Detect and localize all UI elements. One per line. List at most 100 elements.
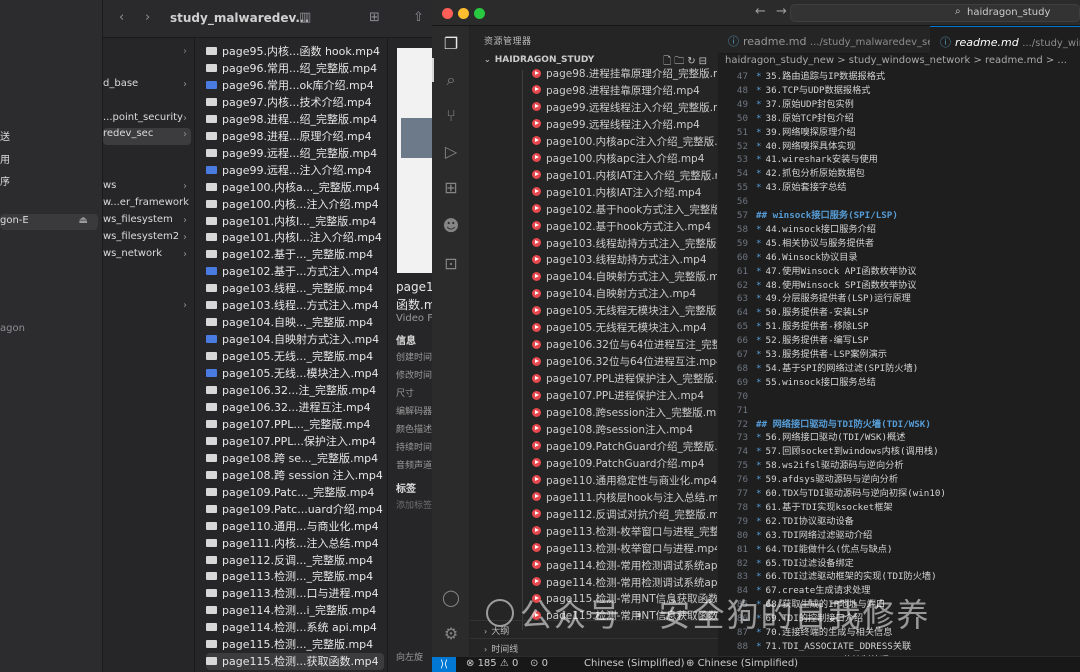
- view-columns-icon[interactable]: ▥: [299, 10, 311, 25]
- explorer-file-item[interactable]: page100.内核apc注入介绍.mp4: [532, 151, 717, 168]
- explorer-file-item[interactable]: page112.反调试对抗介绍_完整版.mp4: [532, 507, 717, 524]
- file-item[interactable]: page106.32...注_完整版.mp4: [206, 382, 384, 399]
- file-item[interactable]: page98.进程...原理介绍.mp4: [206, 128, 384, 145]
- folder-item[interactable]: ...point_security ›: [103, 112, 191, 129]
- spell-language-status[interactable]: ⊕ Chinese (Simplified): [686, 658, 798, 669]
- close-window-button[interactable]: [442, 8, 453, 19]
- group-icon[interactable]: ⊞: [369, 10, 380, 25]
- source-control-icon[interactable]: ⑂: [441, 106, 461, 126]
- explorer-file-item[interactable]: page108.跨session注入_完整版.mp4: [532, 405, 717, 422]
- file-item[interactable]: page99.远程...注入介绍.mp4: [206, 162, 384, 179]
- explorer-file-item[interactable]: page107.PPL进程保护注入_完整版.mp4: [532, 371, 717, 388]
- file-item[interactable]: page104.自映..._完整版.mp4: [206, 314, 384, 331]
- file-item[interactable]: page102.基于...方式注入.mp4: [206, 263, 384, 280]
- explorer-file-item[interactable]: page106.32位与64位进程互注_完整版.mp4: [532, 337, 717, 354]
- alien-extension-icon[interactable]: ☻: [441, 216, 461, 236]
- eject-icon[interactable]: ⏏: [79, 215, 88, 226]
- back-icon[interactable]: ‹: [119, 10, 124, 25]
- explorer-file-item[interactable]: page102.基于hook方式注入_完整版.mp4: [532, 202, 717, 219]
- sidebar-item-disk[interactable]: gon-E ⏏: [0, 214, 98, 230]
- tab-readme-malwaredev[interactable]: ⓘ readme.md .../study_malwaredev_sec: [718, 26, 939, 54]
- file-item[interactable]: page104.自映射方式注入.mp4: [206, 331, 384, 348]
- folder-item[interactable]: d_base ›: [103, 78, 191, 95]
- explorer-file-item[interactable]: page103.线程劫持方式注入.mp4: [532, 252, 717, 269]
- nav-back-icon[interactable]: ←: [755, 4, 766, 19]
- run-debug-icon[interactable]: ▷: [441, 142, 461, 162]
- ports-status[interactable]: ⊙ 0: [530, 658, 548, 669]
- file-item[interactable]: page106.32...进程互注.mp4: [206, 399, 384, 416]
- file-item[interactable]: page110.通用...与商业化.mp4: [206, 518, 384, 535]
- folder-item-selected[interactable]: redev_sec ›: [103, 128, 191, 145]
- file-item[interactable]: page107.PPL...保护注入.mp4: [206, 433, 384, 450]
- explorer-file-item[interactable]: page113.检测-枚举窗口与进程.mp4: [532, 541, 717, 558]
- explorer-file-item[interactable]: page101.内核IAT注入介绍_完整版.mp4: [532, 168, 717, 185]
- tags-input[interactable]: 添加标签: [396, 498, 432, 511]
- explorer-file-item[interactable]: page106.32位与64位进程互注.mp4: [532, 354, 717, 371]
- settings-gear-icon[interactable]: ⚙: [441, 624, 461, 644]
- maximize-window-button[interactable]: [474, 8, 485, 19]
- folder-item[interactable]: ws ›: [103, 180, 191, 197]
- minimize-window-button[interactable]: [458, 8, 469, 19]
- folder-item[interactable]: ws_filesystem ›: [103, 214, 191, 231]
- explorer-file-item[interactable]: page102.基于hook方式注入.mp4: [532, 219, 717, 236]
- file-item[interactable]: page100.内核...注入介绍.mp4: [206, 196, 384, 213]
- remote-explorer-icon[interactable]: ⊡: [441, 254, 461, 274]
- breadcrumb[interactable]: haidragon_study_new > study_windows_netw…: [718, 54, 1080, 70]
- explorer-file-item[interactable]: page114.检测-常用检测调试系统api_完整版...: [532, 558, 717, 575]
- file-item[interactable]: page102.基于..._完整版.mp4: [206, 246, 384, 263]
- explorer-file-item[interactable]: page99.远程线程注入介绍.mp4: [532, 117, 717, 134]
- sidebar-item[interactable]: 序: [0, 173, 10, 188]
- file-item[interactable]: page115.检测...获取函数.mp4: [206, 653, 384, 671]
- file-item[interactable]: page112.反调..._完整版.mp4: [206, 552, 384, 569]
- explorer-file-item[interactable]: page98.进程挂靠原理介绍.mp4: [532, 83, 717, 100]
- file-item[interactable]: page98.进程...绍_完整版.mp4: [206, 111, 384, 128]
- remote-indicator[interactable]: ⟩⟨: [432, 657, 456, 672]
- file-item[interactable]: page113.检测..._完整版.mp4: [206, 568, 384, 585]
- explorer-file-item[interactable]: page101.内核IAT注入介绍.mp4: [532, 185, 717, 202]
- file-item[interactable]: page114.检测...i_完整版.mp4: [206, 602, 384, 619]
- rotate-left-button[interactable]: 向左旋: [396, 650, 423, 663]
- file-item[interactable]: page96.常用...绍_完整版.mp4: [206, 60, 384, 77]
- folder-item[interactable]: ws_network ›: [103, 248, 191, 265]
- explorer-file-item[interactable]: page104.自映射方式注入_完整版.mp4: [532, 269, 717, 286]
- file-item[interactable]: page108.跨 session 注入.mp4: [206, 467, 384, 484]
- share-icon[interactable]: ⇧: [413, 10, 424, 25]
- extensions-icon[interactable]: ⊞: [441, 178, 461, 198]
- explorer-file-item[interactable]: page110.通用稳定性与商业化.mp4: [532, 473, 717, 490]
- explorer-file-item[interactable]: page98.进程挂靠原理介绍_完整版.mp4: [532, 66, 717, 83]
- file-item[interactable]: page100.内核a..._完整版.mp4: [206, 179, 384, 196]
- file-item[interactable]: page103.线程..._完整版.mp4: [206, 280, 384, 297]
- folder-item[interactable]: w...er_framework ›: [103, 197, 191, 214]
- file-item[interactable]: page95.内核...函数 hook.mp4: [206, 43, 384, 60]
- folder-item[interactable]: ws_filesystem2 ›: [103, 231, 191, 248]
- file-item[interactable]: page114.检测...系统 api.mp4: [206, 619, 384, 636]
- explorer-icon[interactable]: ❐: [441, 34, 461, 54]
- nav-forward-icon[interactable]: →: [776, 4, 787, 19]
- sidebar-item[interactable]: 用: [0, 151, 10, 166]
- file-item[interactable]: page109.Patc..._完整版.mp4: [206, 484, 384, 501]
- command-center-search[interactable]: ⌕ haidragon_study: [790, 4, 1080, 22]
- explorer-file-item[interactable]: page104.自映射方式注入.mp4: [532, 286, 717, 303]
- file-item[interactable]: page111.内核...注入总结.mp4: [206, 535, 384, 552]
- file-item[interactable]: page101.内核I..._完整版.mp4: [206, 213, 384, 230]
- problems-status[interactable]: ⊗ 185 ⚠ 0: [466, 658, 518, 669]
- explorer-file-item[interactable]: page103.线程劫持方式注入_完整版.mp4: [532, 236, 717, 253]
- sidebar-item[interactable]: 送: [0, 128, 10, 143]
- file-item[interactable]: page107.PPL..._完整版.mp4: [206, 416, 384, 433]
- explorer-file-item[interactable]: page108.跨session注入.mp4: [532, 422, 717, 439]
- explorer-file-item[interactable]: page109.PatchGuard介绍.mp4: [532, 456, 717, 473]
- file-item[interactable]: page105.无线..._完整版.mp4: [206, 348, 384, 365]
- explorer-file-item[interactable]: page107.PPL进程保护注入.mp4: [532, 388, 717, 405]
- explorer-file-item[interactable]: page114.检测-常用检测调试系统api.mp4: [532, 575, 717, 592]
- explorer-file-item[interactable]: page111.内核层hook与注入总结.mp4: [532, 490, 717, 507]
- timeline-section[interactable]: › 时间线: [470, 638, 718, 656]
- language-status[interactable]: Chinese (Simplified): [584, 658, 685, 669]
- file-item[interactable]: page105.无线...模块注入.mp4: [206, 365, 384, 382]
- file-item[interactable]: page103.线程...方式注入.mp4: [206, 297, 384, 314]
- file-item[interactable]: page108.跨 se..._完整版.mp4: [206, 450, 384, 467]
- file-item[interactable]: page99.远程...绍_完整版.mp4: [206, 145, 384, 162]
- explorer-file-item[interactable]: page113.检测-枚举窗口与进程_完整版.mp4: [532, 524, 717, 541]
- search-icon[interactable]: ⌕: [441, 70, 461, 90]
- explorer-file-item[interactable]: page105.无线程无模块注入_完整版.mp4: [532, 303, 717, 320]
- account-icon[interactable]: ◯: [441, 588, 461, 608]
